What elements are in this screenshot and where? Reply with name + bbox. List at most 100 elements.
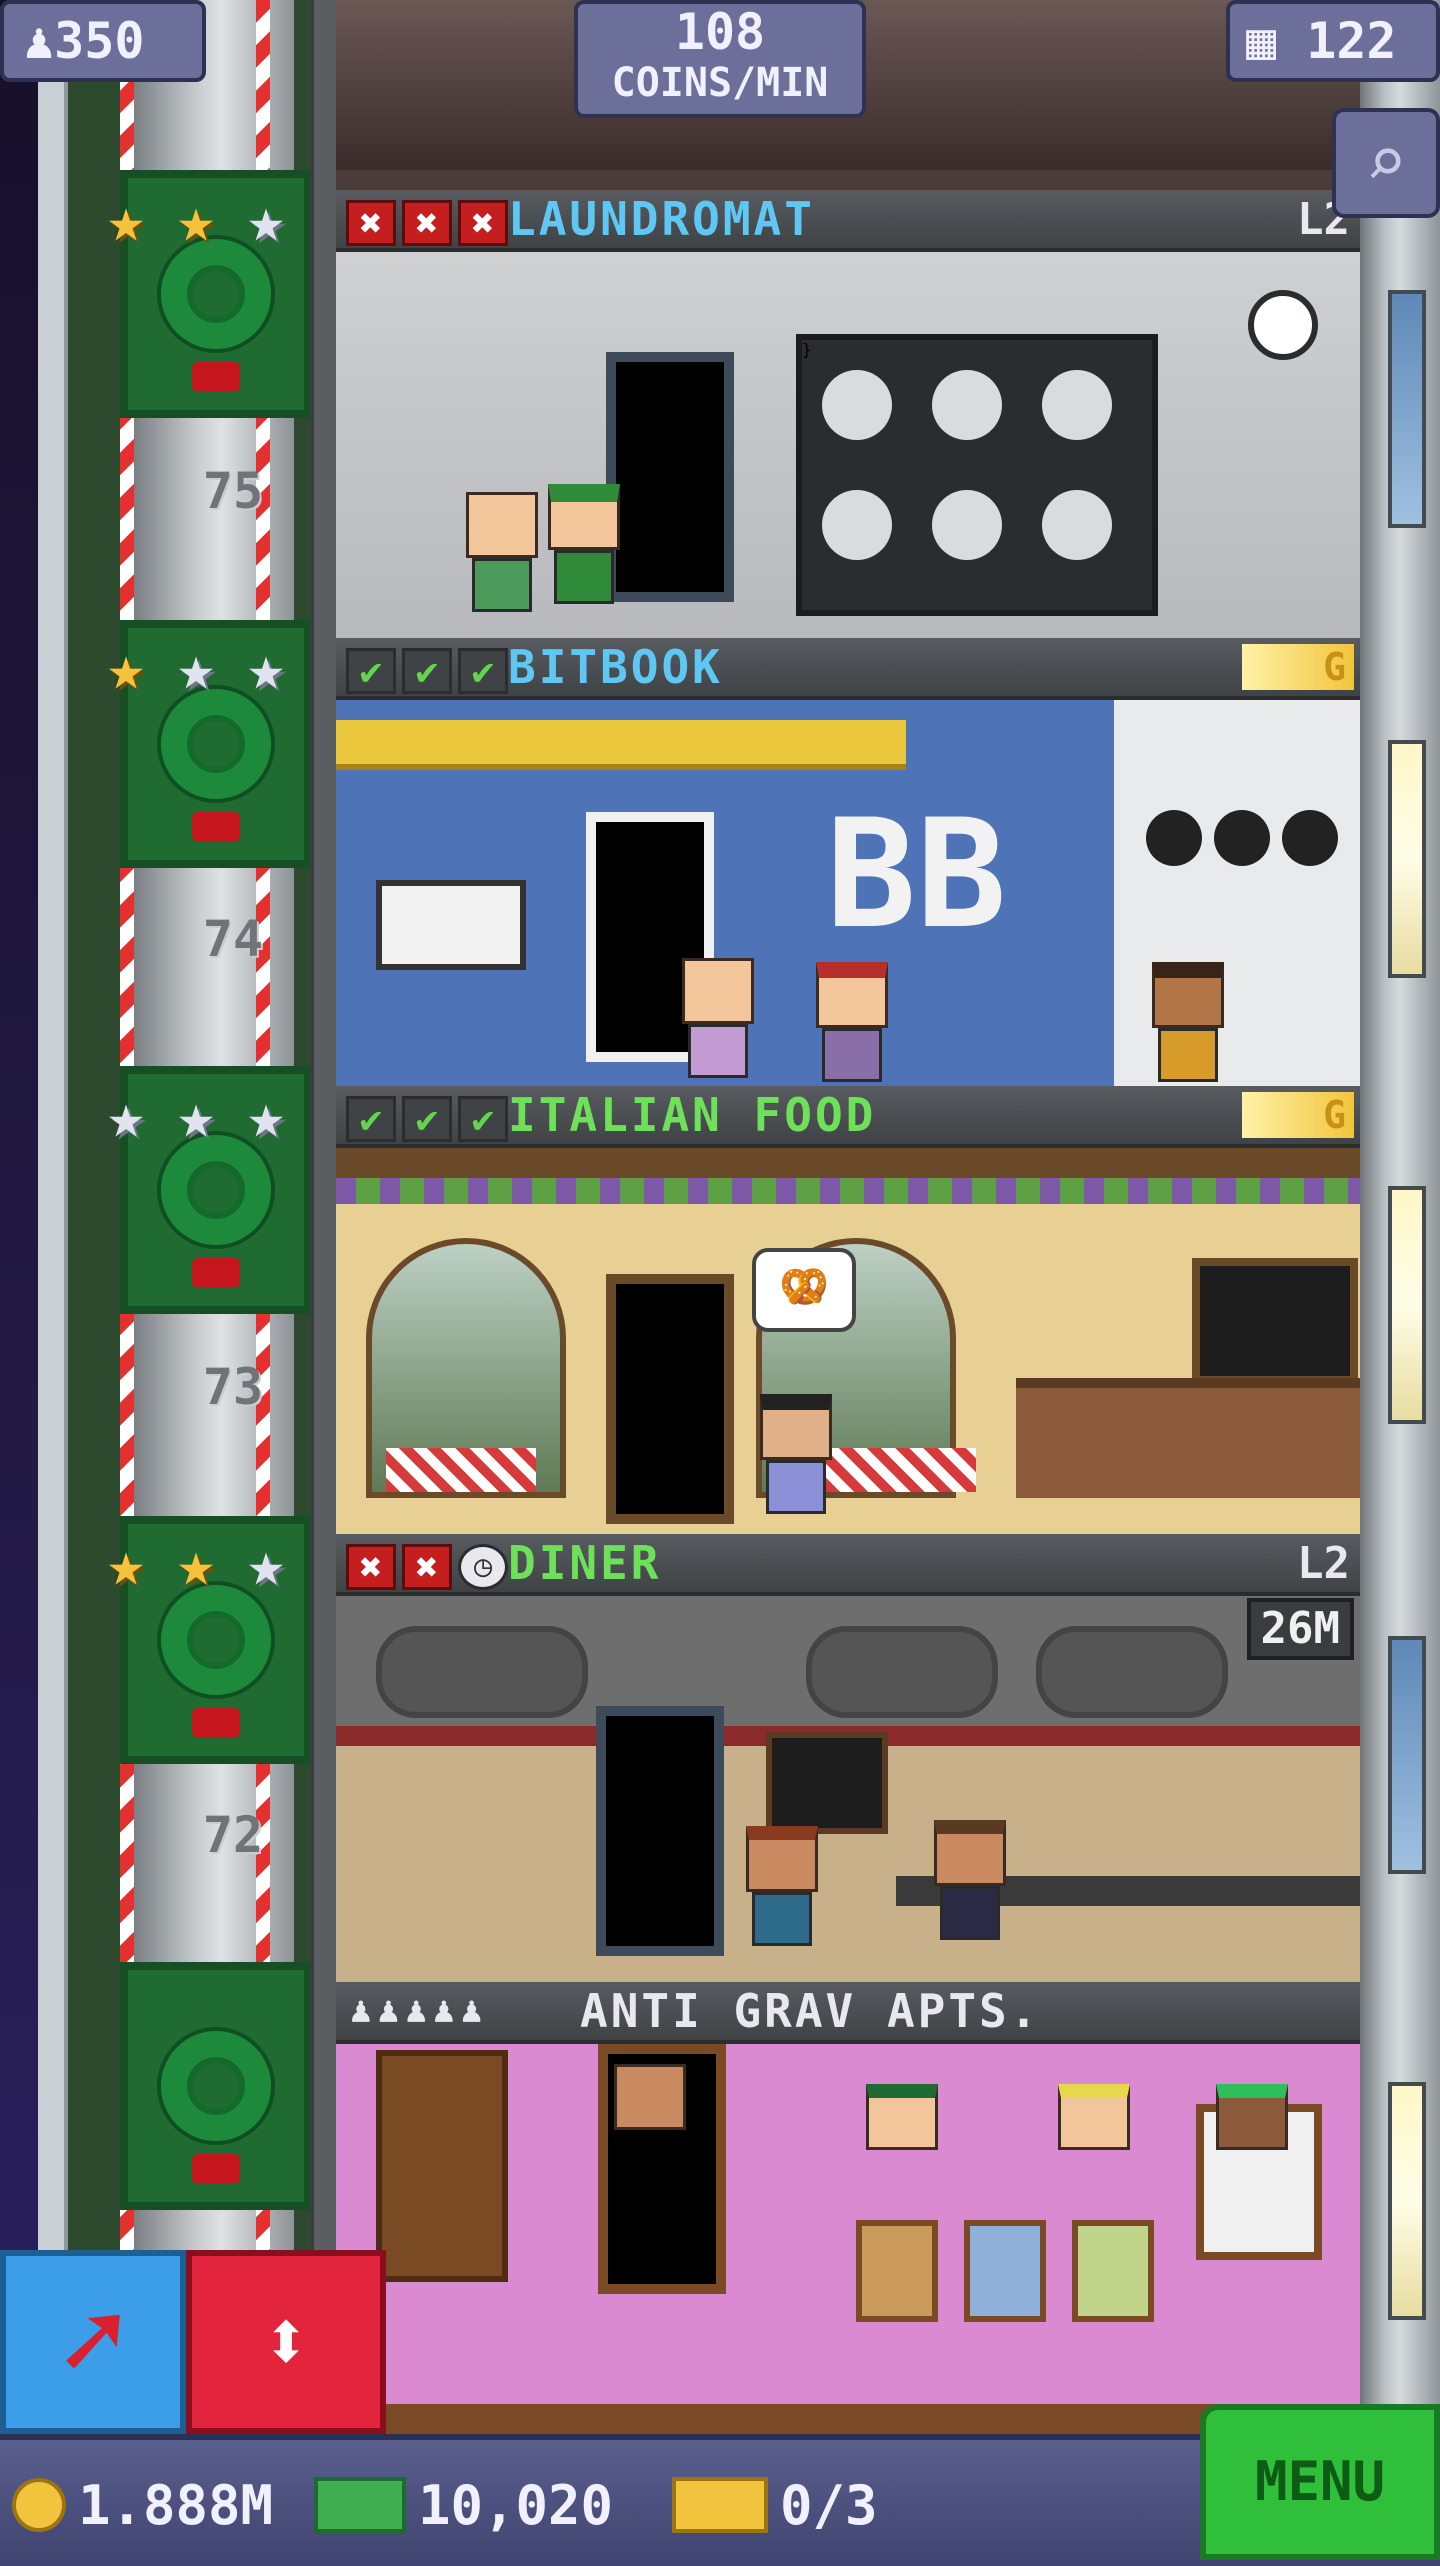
floating-resident[interactable] [1216,2084,1288,2204]
in-stock-check-icon: ✔ [458,1096,508,1142]
floor-name: ANTI GRAV APTS. [580,1984,1041,2038]
washer-drum-icon [932,370,1002,440]
clock-icon [1214,810,1270,866]
menu-button[interactable]: MENU [1200,2404,1440,2560]
out-of-stock-icon: ✖ [346,200,396,246]
porthole-window [376,1626,588,1718]
worker-body [940,1886,1000,1940]
floor-count[interactable]: ▦ 122 [1226,0,1440,82]
diner-worker[interactable] [934,1820,1006,1940]
star-gold-icon: ★ [107,631,145,704]
wall-clocks [1146,810,1360,870]
floor-number: 75 [202,462,264,520]
bow-icon [192,362,240,392]
star-silver-icon: ★ [177,1079,215,1152]
visitor-body [752,1892,812,1946]
diner-menu-board [766,1732,888,1834]
floor-anti-grav-apts[interactable]: ♟♟♟♟♟ ANTI GRAV APTS. [336,1982,1360,2434]
star-silver-icon: ★ [177,631,215,704]
coins-stat[interactable]: 1.888M [12,2470,273,2540]
picture-frame [856,2220,938,2322]
in-stock-check-icon: ✔ [346,648,396,694]
bitbook-room: BB [336,700,1360,1086]
star-gold-icon: ★ [177,183,215,256]
bitbook-sign: BB [826,788,1007,962]
bitbook-visitor[interactable] [682,958,754,1078]
star-gold-icon: ★ [107,183,145,256]
gold-ticket-badge[interactable]: G [1242,1092,1354,1138]
italian-food-room: 🥨 [336,1148,1360,1534]
wreath-icon [161,1585,271,1695]
tickets-stat[interactable]: 0/3 [672,2470,878,2540]
star-silver-icon: ★ [247,1527,285,1600]
star-silver-icon: ★ [247,1079,285,1152]
washing-machines: } [796,334,1158,616]
bar-counter [1016,1378,1360,1498]
porthole-window [806,1626,998,1718]
bow-icon [192,2154,240,2184]
building-icon: ▦ [1246,12,1277,70]
out-of-stock-icon: ✖ [346,1544,396,1590]
floor-door [606,1274,734,1524]
pillar-window [1388,2082,1426,2320]
gold-ticket-badge[interactable]: G [1242,644,1354,690]
bux-stat[interactable]: 10,020 [314,2470,613,2540]
worker-head [816,962,888,1028]
thought-bubble-food-icon: 🥨 [752,1248,856,1332]
visitor-head [466,492,538,558]
star-gold-icon: ★ [177,1527,215,1600]
stock-status: ✔ ✔ ✔ [346,648,508,694]
wall-clock-icon [1248,290,1318,360]
floor-stars: ★ ★ ★ [94,1084,304,1150]
laundromat-room: } [336,252,1360,638]
golden-ticket-icon [672,2477,768,2533]
laundromat-visitor[interactable] [466,492,538,612]
magnifier-icon: ⌕ [1364,121,1408,203]
in-stock-check-icon: ✔ [402,1096,452,1142]
floor-name: BITBOOK [508,640,723,694]
bitbook-worker[interactable] [816,962,888,1082]
coins-per-minute-label: COINS/MIN [611,60,829,106]
wreath-icon [161,689,271,799]
star-silver-icon: ★ [247,183,285,256]
visitor-head [760,1394,832,1460]
out-of-stock-icon: ✖ [458,200,508,246]
floating-resident[interactable] [1058,2084,1130,2204]
population-counter[interactable]: ♟350 [0,0,206,82]
elevator-button[interactable]: ⬍ [186,2250,386,2434]
clock-icon [1282,810,1338,866]
stock-status: ✔ ✔ ✔ [346,1096,508,1142]
worker-head [1152,962,1224,1028]
star-silver-icon: ★ [247,631,285,704]
arrow-icon: ➚ [59,2277,127,2405]
floating-resident[interactable] [866,2084,938,2204]
floor-number: 74 [202,910,264,968]
move-button[interactable]: ➚ [0,2250,186,2434]
italian-food-visitor[interactable] [760,1394,832,1514]
floating-resident[interactable] [614,2064,686,2184]
coins-value: 1.888M [78,2473,274,2537]
floor-stars: ★ ★ ★ [94,636,304,702]
resident-head [1216,2084,1288,2150]
visitor-body [766,1460,826,1514]
picture-frame [964,2220,1046,2322]
floor-italian-food[interactable]: ✔ ✔ ✔ ITALIAN FOOD G 🥨 [336,1086,1360,1534]
floor-name: ITALIAN FOOD [508,1088,877,1142]
coins-per-minute-value: 108 [674,3,766,61]
floor-bitbook[interactable]: ✔ ✔ ✔ BITBOOK G BB [336,638,1360,1086]
washer-drum-icon [1042,490,1112,560]
floor-diner[interactable]: ✖ ✖ ◷ DINER L2 26M [336,1534,1360,1982]
floor-name: LAUNDROMAT [508,192,815,246]
elevator-shaft[interactable]: 75 74 73 72 [38,0,328,2440]
laundromat-worker[interactable] [548,484,620,604]
zoom-button[interactable]: ⌕ [1332,108,1440,218]
diner-visitor[interactable] [746,1826,818,1946]
in-stock-check-icon: ✔ [402,648,452,694]
pillar-window [1388,290,1426,528]
bux-value: 10,020 [418,2473,614,2537]
restocking-clock-icon: ◷ [458,1544,508,1590]
floor-laundromat[interactable]: ✖ ✖ ✖ LAUNDROMAT L2 } [336,190,1360,638]
bitbook-worker[interactable] [1152,962,1224,1082]
out-of-stock-icon: ✖ [402,1544,452,1590]
stock-status: ✖ ✖ ✖ [346,200,508,246]
